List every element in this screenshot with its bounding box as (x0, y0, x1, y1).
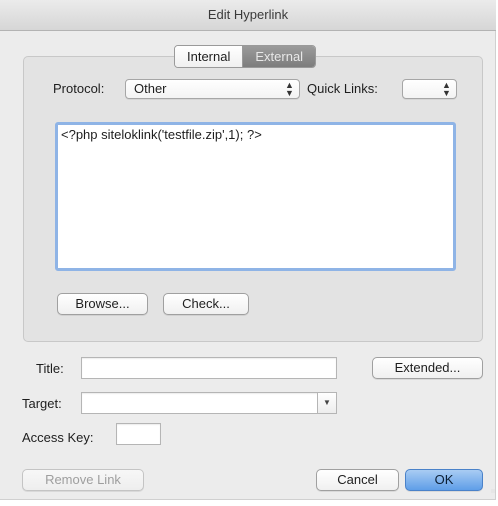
check-button[interactable]: Check... (163, 293, 249, 315)
tab-internal[interactable]: Internal (175, 46, 244, 67)
cancel-button[interactable]: Cancel (316, 469, 399, 491)
access-key-field[interactable] (116, 423, 161, 445)
title-field[interactable] (81, 357, 337, 379)
access-key-label: Access Key: (22, 430, 94, 445)
protocol-label: Protocol: (53, 81, 105, 96)
ok-button[interactable]: OK (405, 469, 483, 491)
link-url-text: <?php siteloklink('testfile.zip',1); ?> (61, 127, 262, 142)
tab-external[interactable]: External (243, 46, 316, 67)
protocol-select[interactable]: Other ▲ ▼ (125, 79, 300, 99)
quick-links-label: Quick Links: (307, 81, 378, 96)
chevron-down-icon[interactable]: ▼ (317, 393, 336, 413)
target-label: Target: (22, 396, 62, 411)
popup-arrows-icon: ▲ ▼ (442, 80, 451, 98)
quick-links-select[interactable]: ▲ ▼ (402, 79, 457, 99)
target-combobox[interactable]: ▼ (81, 392, 337, 414)
edit-hyperlink-dialog: Edit Hyperlink Internal External Protoco… (0, 0, 496, 500)
window-title: Edit Hyperlink (0, 0, 496, 31)
remove-link-button: Remove Link (22, 469, 144, 491)
title-label: Title: (36, 361, 64, 376)
protocol-select-value: Other (134, 81, 167, 96)
browse-button[interactable]: Browse... (57, 293, 148, 315)
extended-button[interactable]: Extended... (372, 357, 483, 379)
link-type-segmented-control: Internal External (174, 45, 317, 68)
link-url-textarea[interactable]: <?php siteloklink('testfile.zip',1); ?> (55, 122, 456, 271)
resize-grip-icon[interactable] (491, 489, 495, 493)
popup-arrows-icon: ▲ ▼ (285, 80, 294, 98)
